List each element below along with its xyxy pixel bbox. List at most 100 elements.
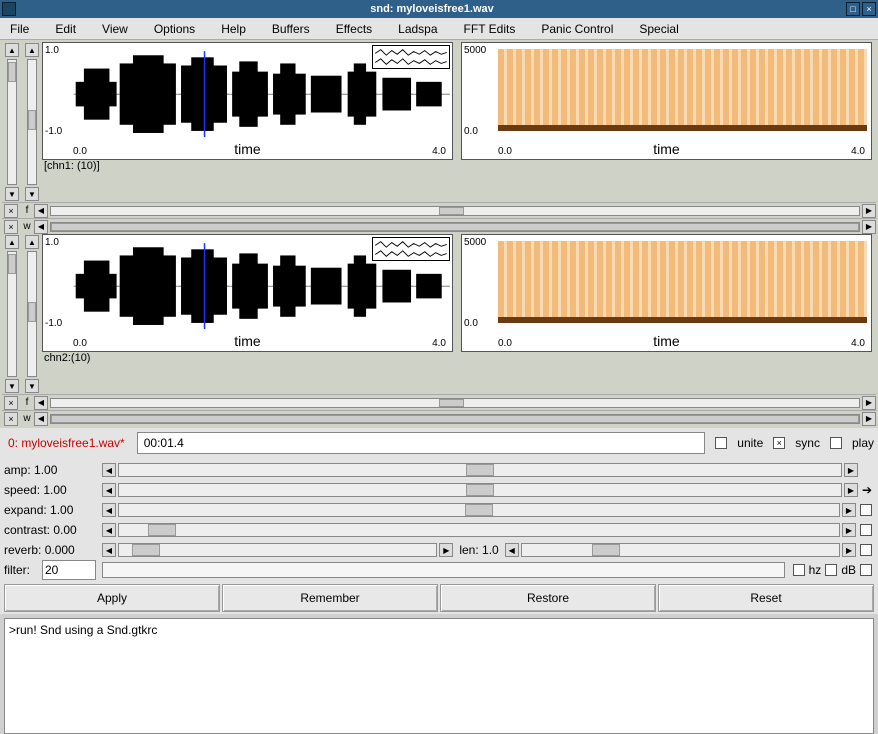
left-arrow-icon[interactable]: ◀ [102, 463, 116, 477]
hscroll-track[interactable] [50, 206, 860, 216]
hscroll-track[interactable] [50, 398, 860, 408]
right-arrow-icon[interactable]: ▶ [862, 204, 876, 218]
vscroll-zoom-2: ▲ ▼ [2, 234, 22, 394]
sync-checkbox[interactable]: × [773, 437, 785, 449]
right-arrow-icon[interactable]: ▶ [862, 412, 876, 426]
close-icon[interactable]: × [862, 2, 876, 16]
down-arrow-icon[interactable]: ▼ [5, 379, 19, 393]
left-arrow-icon[interactable]: ◀ [34, 220, 48, 234]
up-arrow-icon[interactable]: ▲ [25, 43, 39, 57]
up-arrow-icon[interactable]: ▲ [5, 43, 19, 57]
amp-slider[interactable] [118, 463, 842, 477]
right-arrow-icon[interactable]: ▶ [439, 543, 453, 557]
sync-label: sync [795, 436, 820, 450]
left-arrow-icon[interactable]: ◀ [102, 483, 116, 497]
vscroll-track[interactable] [7, 251, 17, 377]
restore-button[interactable]: Restore [440, 584, 656, 612]
vscroll-track[interactable] [27, 251, 37, 377]
vscroll-pos-1: ▲ ▼ [22, 42, 42, 202]
file-label[interactable]: 0: myloveisfree1.wav* [4, 434, 129, 452]
close-icon[interactable]: × [4, 396, 18, 410]
reset-button[interactable]: Reset [658, 584, 874, 612]
left-arrow-icon[interactable]: ◀ [102, 523, 116, 537]
vscroll-track[interactable] [7, 59, 17, 185]
vscroll-track[interactable] [27, 59, 37, 185]
workarea: ▲ ▼ ▲ ▼ 1.0 -1.0 0.0 4.0 time [0, 40, 878, 428]
channel-block-1: ▲ ▼ ▲ ▼ 1.0 -1.0 0.0 4.0 time [2, 42, 876, 202]
right-arrow-icon[interactable]: ▶ [842, 543, 856, 557]
spectrogram-plot-2[interactable]: 5000 0.0 0.0 4.0 time [461, 234, 872, 352]
speed-slider[interactable] [118, 483, 842, 497]
contrast-checkbox[interactable] [860, 524, 872, 536]
right-arrow-icon[interactable]: ▶ [844, 483, 858, 497]
menu-help[interactable]: Help [215, 20, 252, 38]
expand-checkbox[interactable] [860, 504, 872, 516]
left-arrow-icon[interactable]: ◀ [34, 412, 48, 426]
window-title: snd: myloveisfree1.wav [20, 3, 844, 15]
arrow-icon[interactable]: ➔ [860, 483, 874, 497]
menu-view[interactable]: View [96, 20, 134, 38]
db-checkbox[interactable] [825, 564, 837, 576]
close-icon[interactable]: × [4, 220, 18, 234]
spectrogram-plot-1[interactable]: 5000 0.0 0.0 4.0 time [461, 42, 872, 160]
menu-options[interactable]: Options [148, 20, 201, 38]
w-label: w [20, 413, 34, 424]
expand-label: expand: [4, 503, 47, 517]
left-arrow-icon[interactable]: ◀ [102, 503, 116, 517]
axis-label: time [653, 141, 679, 157]
down-arrow-icon[interactable]: ▼ [5, 187, 19, 201]
right-arrow-icon[interactable]: ▶ [862, 396, 876, 410]
play-label: play [852, 436, 874, 450]
right-arrow-icon[interactable]: ▶ [844, 463, 858, 477]
menu-effects[interactable]: Effects [330, 20, 378, 38]
contrast-slider[interactable] [118, 523, 840, 537]
hz-checkbox[interactable] [793, 564, 805, 576]
play-checkbox[interactable] [830, 437, 842, 449]
right-arrow-icon[interactable]: ▶ [842, 523, 856, 537]
ytick: 0.0 [464, 318, 478, 329]
menu-special[interactable]: Special [633, 20, 684, 38]
channel-label-2: chn2:(10) [42, 352, 453, 364]
reverb-label: reverb: [4, 543, 41, 557]
up-arrow-icon[interactable]: ▲ [5, 235, 19, 249]
reverb-checkbox[interactable] [860, 544, 872, 556]
menu-fftedits[interactable]: FFT Edits [458, 20, 522, 38]
spectrogram-pane-1: 5000 0.0 0.0 4.0 time [461, 42, 872, 202]
up-arrow-icon[interactable]: ▲ [25, 235, 39, 249]
remember-button[interactable]: Remember [222, 584, 438, 612]
hscroll-f-2: × f ◀ ▶ [2, 394, 876, 410]
filter-checkbox[interactable] [860, 564, 872, 576]
menu-panic[interactable]: Panic Control [535, 20, 619, 38]
close-icon[interactable]: × [4, 204, 18, 218]
channel-label-1: [chn1: (10)] [42, 160, 453, 172]
close-icon[interactable]: × [4, 412, 18, 426]
hscroll-track[interactable] [50, 222, 860, 232]
filter-input[interactable] [42, 560, 96, 580]
console[interactable]: >run! Snd using a Snd.gtkrc [4, 618, 874, 734]
hscroll-track[interactable] [50, 414, 860, 424]
amp-value: 1.00 [34, 463, 57, 477]
menu-edit[interactable]: Edit [49, 20, 82, 38]
left-arrow-icon[interactable]: ◀ [34, 396, 48, 410]
menu-file[interactable]: File [4, 20, 35, 38]
down-arrow-icon[interactable]: ▼ [25, 187, 39, 201]
reverb-slider[interactable] [118, 543, 437, 557]
reverb-value: 0.000 [45, 543, 75, 557]
left-arrow-icon[interactable]: ◀ [102, 543, 116, 557]
apply-button[interactable]: Apply [4, 584, 220, 612]
waveform-plot-1[interactable]: 1.0 -1.0 0.0 4.0 time [42, 42, 453, 160]
expand-slider[interactable] [118, 503, 840, 517]
left-arrow-icon[interactable]: ◀ [505, 543, 519, 557]
menu-ladspa[interactable]: Ladspa [392, 20, 443, 38]
right-arrow-icon[interactable]: ▶ [862, 220, 876, 234]
waveform-plot-2[interactable]: 1.0 -1.0 0.0 4.0 time [42, 234, 453, 352]
maximize-icon[interactable]: □ [846, 2, 860, 16]
filter-label: filter: [4, 563, 40, 577]
menu-buffers[interactable]: Buffers [266, 20, 316, 38]
left-arrow-icon[interactable]: ◀ [34, 204, 48, 218]
len-slider[interactable] [521, 543, 840, 557]
unite-checkbox[interactable] [715, 437, 727, 449]
right-arrow-icon[interactable]: ▶ [842, 503, 856, 517]
down-arrow-icon[interactable]: ▼ [25, 379, 39, 393]
filter-graph[interactable] [102, 562, 785, 578]
